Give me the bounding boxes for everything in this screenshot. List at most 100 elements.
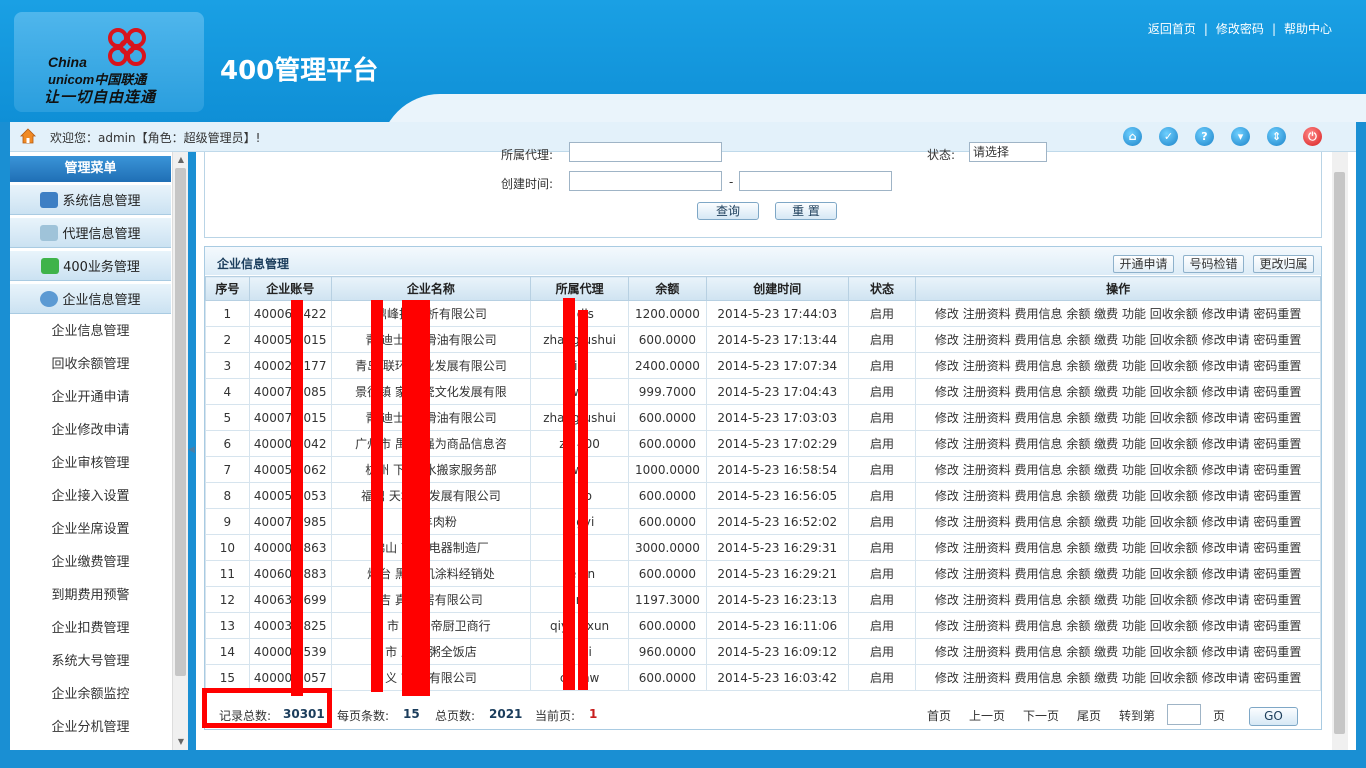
change-owner-button[interactable]: 更改归属	[1253, 255, 1314, 273]
pages-label: 总页数:	[435, 709, 476, 723]
cell-created: 2014-5-23 16:03:42	[705, 664, 849, 691]
sidebar-item[interactable]: 企业缴费管理	[10, 546, 171, 579]
cell-name: 市 乏 好粥全饭店	[330, 638, 532, 665]
cell-status: 启用	[847, 664, 917, 691]
cell-created: 2014-5-23 16:09:12	[705, 638, 849, 665]
open-apply-button[interactable]: 开通申请	[1113, 255, 1174, 273]
users-icon	[40, 290, 59, 307]
cell-ops[interactable]: 修改 注册资料 费用信息 余额 缴费 功能 回收余额 修改申请 密码重置	[915, 404, 1321, 431]
first-page-link[interactable]: 首页	[927, 707, 951, 724]
agent-input[interactable]	[569, 142, 722, 162]
col-ops: 操作	[915, 276, 1321, 301]
query-button[interactable]: 查询	[697, 202, 759, 220]
link-change-password[interactable]: 修改密码	[1216, 22, 1264, 36]
scroll-up-icon[interactable]: ▲	[176, 155, 186, 165]
sidebar-item[interactable]: 企业扣费管理	[10, 612, 171, 645]
sidebar-item[interactable]: 系统大号管理	[10, 645, 171, 678]
go-button[interactable]: GO	[1249, 707, 1298, 726]
prev-page-link[interactable]: 上一页	[969, 707, 1005, 724]
home-icon[interactable]: ⌂	[1123, 127, 1142, 146]
scroll-thumb[interactable]	[1334, 172, 1345, 734]
sidebar-item[interactable]: 回收余额管理	[10, 348, 171, 381]
cell-no: 4	[205, 378, 250, 405]
cell-name: 广州市 禺 励强为商品信息咨	[330, 430, 532, 457]
cell-ops[interactable]: 修改 注册资料 费用信息 余额 缴费 功能 回收余额 修改申请 密码重置	[915, 638, 1321, 665]
panel-title: 企业信息管理	[217, 257, 290, 271]
cell-ops[interactable]: 修改 注册资料 费用信息 余额 缴费 功能 回收余额 修改申请 密码重置	[915, 378, 1321, 405]
current-label: 当前页:	[535, 709, 576, 723]
cell-ops[interactable]: 修改 注册资料 费用信息 余额 缴费 功能 回收余额 修改申请 密码重置	[915, 534, 1321, 561]
scroll-thumb[interactable]	[175, 168, 186, 676]
link-home[interactable]: 返回首页	[1148, 22, 1196, 36]
check-icon[interactable]: ✓	[1159, 127, 1178, 146]
cell-ops[interactable]: 修改 注册资料 费用信息 余额 缴费 功能 回收余额 修改申请 密码重置	[915, 508, 1321, 535]
logo-china: China	[48, 54, 87, 70]
cell-ops[interactable]: 修改 注册资料 费用信息 余额 缴费 功能 回收余额 修改申请 密码重置	[915, 300, 1321, 327]
cell-ops[interactable]: 修改 注册资料 费用信息 余额 缴费 功能 回收余额 修改申请 密码重置	[915, 664, 1321, 691]
cell-ops[interactable]: 修改 注册资料 费用信息 余额 缴费 功能 回收余额 修改申请 密码重置	[915, 456, 1321, 483]
cell-balance: 600.0000	[627, 430, 707, 457]
cell-ops[interactable]: 修改 注册资料 费用信息 余额 缴费 功能 回收余额 修改申请 密码重置	[915, 430, 1321, 457]
sidebar-item[interactable]: 到期费用预警	[10, 579, 171, 612]
updown-icon[interactable]: ⇕	[1267, 127, 1286, 146]
cell-status: 启用	[847, 508, 917, 535]
cell-name: 烟台 黑 无机涂料经销处	[330, 560, 532, 587]
goto-page-input[interactable]	[1167, 704, 1201, 725]
cell-name: 青 迪士 康 滑油有限公司	[330, 326, 532, 353]
cell-balance: 2400.0000	[627, 352, 707, 379]
sidebar-item[interactable]: 企业分机管理	[10, 711, 171, 744]
cell-status: 启用	[847, 378, 917, 405]
created-start-input[interactable]	[569, 171, 722, 191]
link-help[interactable]: 帮助中心	[1284, 22, 1332, 36]
menu-group-system[interactable]: 系统信息管理	[10, 185, 171, 215]
next-page-link[interactable]: 下一页	[1023, 707, 1059, 724]
sidebar-item[interactable]: 企业审核管理	[10, 447, 171, 480]
cell-ops[interactable]: 修改 注册资料 费用信息 余额 缴费 功能 回收余额 修改申请 密码重置	[915, 482, 1321, 509]
cell-name: 福鼎 天地 业发展有限公司	[330, 482, 532, 509]
sidebar-item[interactable]: 企业坐席设置	[10, 513, 171, 546]
menu-group-enterprise[interactable]: 企业信息管理	[10, 284, 171, 314]
date-dash: -	[729, 175, 734, 189]
help-icon[interactable]: ?	[1195, 127, 1214, 146]
cell-ops[interactable]: 修改 注册资料 费用信息 余额 缴费 功能 回收余额 修改申请 密码重置	[915, 586, 1321, 613]
home-icon[interactable]	[20, 128, 36, 144]
sidebar-scrollbar[interactable]: ▲ ▼	[172, 152, 188, 750]
cell-ops[interactable]: 修改 注册资料 费用信息 余额 缴费 功能 回收余额 修改申请 密码重置	[915, 352, 1321, 379]
number-check-button[interactable]: 号码检错	[1183, 255, 1244, 273]
cell-ops[interactable]: 修改 注册资料 费用信息 余额 缴费 功能 回收余额 修改申请 密码重置	[915, 560, 1321, 587]
sidebar-item[interactable]: 企业接入设置	[10, 480, 171, 513]
sidebar-item[interactable]: 企业信息管理	[10, 315, 171, 348]
status-select[interactable]: 请选择	[969, 142, 1047, 162]
shirt-icon[interactable]: ▾	[1231, 127, 1250, 146]
created-end-input[interactable]	[739, 171, 892, 191]
power-icon[interactable]: ⏻	[1303, 127, 1322, 146]
main-scrollbar[interactable]	[1332, 152, 1348, 750]
menu-group-agent[interactable]: 代理信息管理	[10, 218, 171, 248]
sidebar-item[interactable]: 企业开通申请	[10, 381, 171, 414]
cell-created: 2014-5-23 17:04:43	[705, 378, 849, 405]
cell-name: 青岛 联环球 业发展有限公司	[330, 352, 532, 379]
sidebar-item[interactable]: 企业修改申请	[10, 414, 171, 447]
cell-no: 1	[205, 300, 250, 327]
cell-status: 启用	[847, 352, 917, 379]
cell-balance: 600.0000	[627, 326, 707, 353]
cell-balance: 999.7000	[627, 378, 707, 405]
sidebar-item[interactable]: 企业余额监控	[10, 678, 171, 711]
cell-created: 2014-5-23 17:44:03	[705, 300, 849, 327]
menu-group-400[interactable]: 400业务管理	[10, 251, 171, 281]
collapse-sidebar-icon[interactable]: ◀	[188, 445, 196, 461]
top-links: 返回首页 | 修改密码 | 帮助中心	[1147, 22, 1332, 36]
unicom-knot-icon	[108, 28, 146, 66]
cell-no: 15	[205, 664, 250, 691]
cell-no: 12	[205, 586, 250, 613]
reset-button[interactable]: 重 置	[775, 202, 837, 220]
toolbar-icons: ⌂ ✓ ? ▾ ⇕ ⏻	[1123, 127, 1322, 146]
cell-ops[interactable]: 修改 注册资料 费用信息 余额 缴费 功能 回收余额 修改申请 密码重置	[915, 326, 1321, 353]
search-form: 所属代理: 状态: 请选择 创建时间: - 查询 重 置	[204, 142, 1322, 238]
cell-balance: 600.0000	[627, 664, 707, 691]
bottom-bar	[0, 750, 1366, 768]
scroll-down-icon[interactable]: ▼	[176, 737, 186, 747]
last-page-link[interactable]: 尾页	[1077, 707, 1101, 724]
cell-ops[interactable]: 修改 注册资料 费用信息 余额 缴费 功能 回收余额 修改申请 密码重置	[915, 612, 1321, 639]
cell-balance: 1200.0000	[627, 300, 707, 327]
